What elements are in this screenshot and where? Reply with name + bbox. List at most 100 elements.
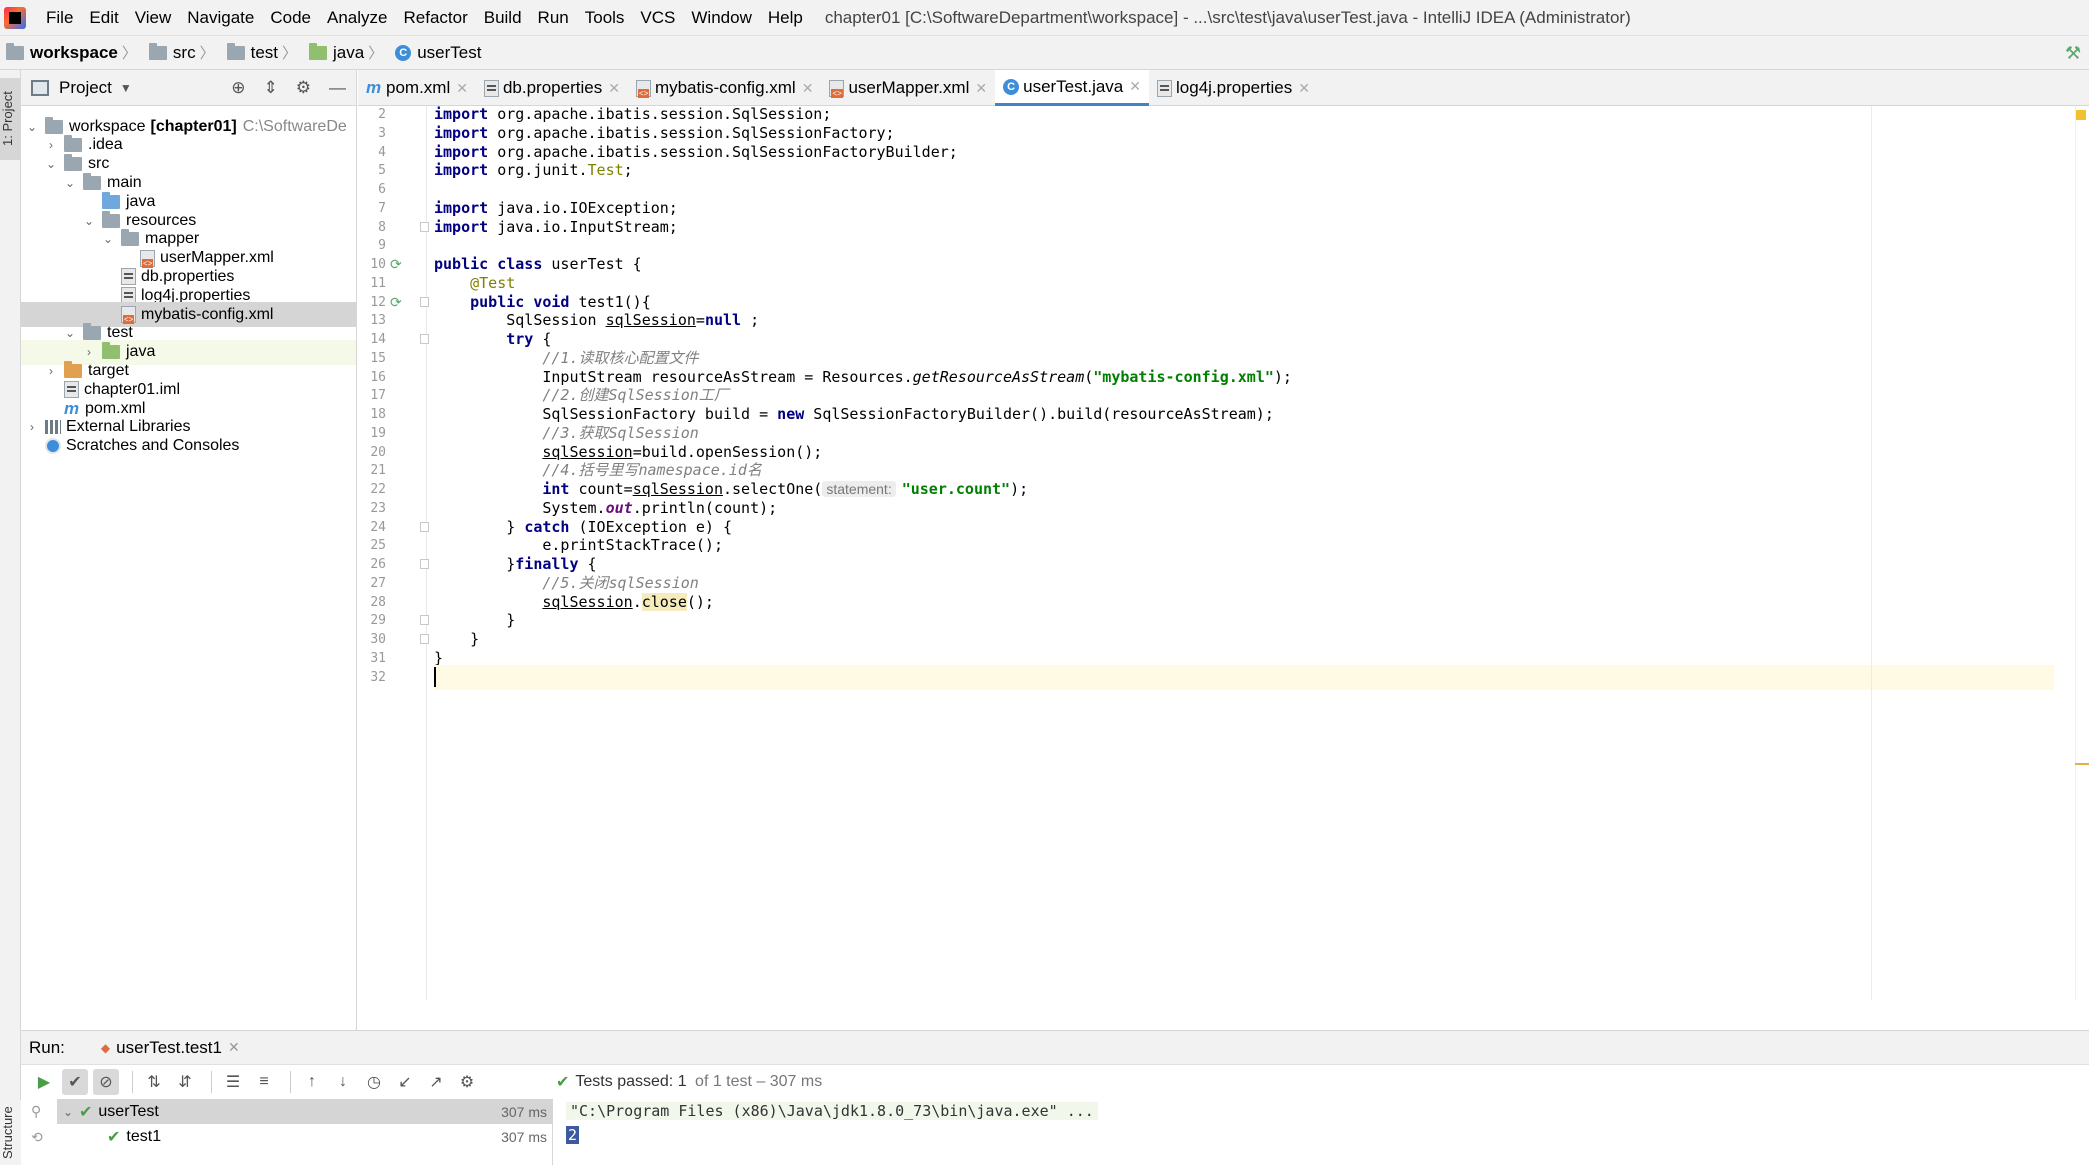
toolbar-divider <box>290 1071 291 1093</box>
tree-item[interactable]: Scratches and Consoles <box>21 434 356 459</box>
chevron-right-icon[interactable]: › <box>25 420 39 434</box>
close-icon[interactable]: ✕ <box>608 80 620 97</box>
build-hammer-icon[interactable]: ⚒ <box>2065 44 2083 62</box>
run-toolbar: ▶ ✔ ⊘ ⇅ ⇵ ☰ ≡ ↑ ↓ ◷ ↙ ↗ ⚙ <box>21 1065 2089 1099</box>
menu-view[interactable]: View <box>127 0 180 36</box>
editor-scrollbar[interactable] <box>2075 106 2089 1000</box>
expand-all-icon[interactable]: ☰ <box>220 1069 246 1095</box>
code-line[interactable] <box>434 664 2054 690</box>
chevron-down-icon[interactable]: ⌄ <box>25 120 39 134</box>
menu-bar: File Edit View Navigate Code Analyze Refactor B… <box>0 0 2089 36</box>
fold-marker-icon[interactable] <box>420 521 429 532</box>
code-editor[interactable]: 2 3 4 5 6 7 8 9 10 ⟳ 11 12 ⟳ 13 14 15 16 17 18 19 20 21 22 23 24… <box>358 105 2089 1000</box>
menu-file[interactable]: File <box>38 0 81 36</box>
close-icon[interactable]: ✕ <box>456 80 468 97</box>
menu-help[interactable]: Help <box>760 0 811 36</box>
fold-marker-icon[interactable] <box>420 296 429 307</box>
close-icon[interactable]: ✕ <box>975 80 987 97</box>
restore-layout-icon[interactable]: ⟲ <box>31 1129 43 1146</box>
library-icon <box>45 420 61 435</box>
chevron-down-icon[interactable]: ⌄ <box>82 214 96 228</box>
locate-icon[interactable]: ⊕ <box>231 78 245 98</box>
project-tool-tab[interactable]: 1: Project <box>0 78 21 160</box>
fold-marker-icon[interactable] <box>420 559 429 569</box>
menu-window[interactable]: Window <box>683 0 759 36</box>
tests-status: ✔ Tests passed: 1 of 1 test – 307 ms <box>556 1073 823 1091</box>
chevron-down-icon[interactable]: ▼ <box>120 81 132 95</box>
close-icon[interactable]: ✕ <box>228 1039 240 1056</box>
chevron-down-icon[interactable]: ⌄ <box>63 326 77 340</box>
chevron-down-icon[interactable]: ⌄ <box>101 232 115 246</box>
gear-icon[interactable]: ⚙ <box>454 1069 480 1095</box>
tab-mybatis-config-xml[interactable]: mybatis-config.xml ✕ <box>628 70 822 106</box>
sort-duration-icon[interactable]: ⇵ <box>172 1069 198 1095</box>
tab-usermapper-xml[interactable]: userMapper.xml ✕ <box>821 70 995 106</box>
tab-log4j-properties[interactable]: log4j.properties ✕ <box>1149 70 1318 106</box>
export-tests-icon[interactable]: ↗ <box>423 1069 449 1095</box>
chevron-right-icon[interactable]: › <box>82 345 96 359</box>
test-folder-icon <box>309 42 328 60</box>
previous-failed-icon[interactable]: ↑ <box>299 1069 325 1095</box>
show-ignored-icon[interactable]: ⊘ <box>93 1069 119 1095</box>
menu-build[interactable]: Build <box>476 0 530 36</box>
run-test-gutter-icon[interactable]: ⟳ <box>390 252 404 277</box>
breadcrumb-test[interactable]: test 〉 <box>226 42 303 63</box>
import-tests-icon[interactable]: ↙ <box>392 1069 418 1095</box>
menu-edit[interactable]: Edit <box>81 0 126 36</box>
code-area[interactable]: import org.apache.ibatis.session.SqlSess… <box>434 105 2054 1000</box>
tab-db-properties[interactable]: db.properties ✕ <box>476 70 628 106</box>
tab-label: pom.xml <box>386 78 451 97</box>
fold-marker-icon[interactable] <box>420 334 429 344</box>
menu-run[interactable]: Run <box>530 0 577 36</box>
run-tab-usertest-test1[interactable]: ◆ userTest.test1 ✕ <box>101 1038 240 1058</box>
chevron-down-icon[interactable]: ⌄ <box>63 176 77 190</box>
test-suite-row[interactable]: ⌄ ✔ userTest 307 ms <box>57 1099 553 1124</box>
test-case-row[interactable]: ✔ test1 307 ms <box>57 1124 553 1149</box>
history-icon[interactable]: ◷ <box>361 1069 387 1095</box>
console-command-line: "C:\Program Files (x86)\Java\jdk1.8.0_73… <box>566 1102 1098 1120</box>
menu-code[interactable]: Code <box>262 0 319 36</box>
fold-marker-icon[interactable] <box>420 221 429 232</box>
close-icon[interactable]: ✕ <box>802 80 814 97</box>
breadcrumb-usertest[interactable]: C userTest <box>395 43 481 63</box>
tab-pom-xml[interactable]: m pom.xml ✕ <box>358 70 476 106</box>
chevron-down-icon[interactable]: ⌄ <box>44 157 58 171</box>
project-panel: Project ▼ ⊕ ⇕ ⚙ — ⌄ workspace [chapter01] C… <box>21 70 357 1030</box>
breadcrumb-workspace[interactable]: workspace 〉 <box>6 42 143 63</box>
close-icon[interactable]: ✕ <box>1298 80 1310 97</box>
fold-marker-icon[interactable] <box>420 615 429 626</box>
menu-refactor[interactable]: Refactor <box>395 0 475 36</box>
structure-tool-tab[interactable]: Structure <box>0 1100 21 1165</box>
rerun-icon[interactable]: ▶ <box>31 1069 57 1095</box>
warning-marker-icon[interactable] <box>2076 110 2086 120</box>
show-passed-icon[interactable]: ✔ <box>62 1069 88 1095</box>
run-test-gutter-icon[interactable]: ⟳ <box>390 290 404 315</box>
breadcrumb-java[interactable]: java 〉 <box>309 42 389 63</box>
chevron-right-icon[interactable]: › <box>44 364 58 378</box>
close-icon[interactable]: ✕ <box>1129 78 1141 95</box>
error-stripe-marker[interactable] <box>2075 763 2089 765</box>
chevron-down-icon[interactable]: ⌄ <box>57 1105 79 1119</box>
tab-usertest-java[interactable]: CuserTest.java ✕ <box>995 70 1150 106</box>
pin-icon[interactable]: ⚲ <box>31 1103 41 1120</box>
menu-analyze[interactable]: Analyze <box>319 0 395 36</box>
gear-icon[interactable]: ⚙ <box>296 78 311 98</box>
console-output[interactable]: "C:\Program Files (x86)\Java\jdk1.8.0_73… <box>566 1099 2066 1165</box>
hide-icon[interactable]: — <box>329 78 346 98</box>
menu-navigate[interactable]: Navigate <box>179 0 262 36</box>
project-view-selector[interactable]: Project <box>59 78 112 98</box>
sort-alpha-icon[interactable]: ⇅ <box>141 1069 167 1095</box>
next-failed-icon[interactable]: ↓ <box>330 1069 356 1095</box>
breadcrumb-src[interactable]: src 〉 <box>148 42 221 63</box>
collapse-all-icon[interactable]: ≡ <box>251 1069 277 1095</box>
test-folder-icon <box>102 342 120 360</box>
folder-icon <box>45 116 63 134</box>
menu-vcs[interactable]: VCS <box>632 0 683 36</box>
project-panel-header: Project ▼ ⊕ ⇕ ⚙ — <box>21 70 356 106</box>
chevron-right-icon[interactable]: › <box>44 138 58 152</box>
fold-marker-icon[interactable] <box>420 634 429 644</box>
collapse-all-icon[interactable]: ⇕ <box>264 78 278 98</box>
folder-icon <box>102 210 120 228</box>
menu-tools[interactable]: Tools <box>577 0 633 36</box>
tab-label: userTest.java <box>1023 76 1124 96</box>
